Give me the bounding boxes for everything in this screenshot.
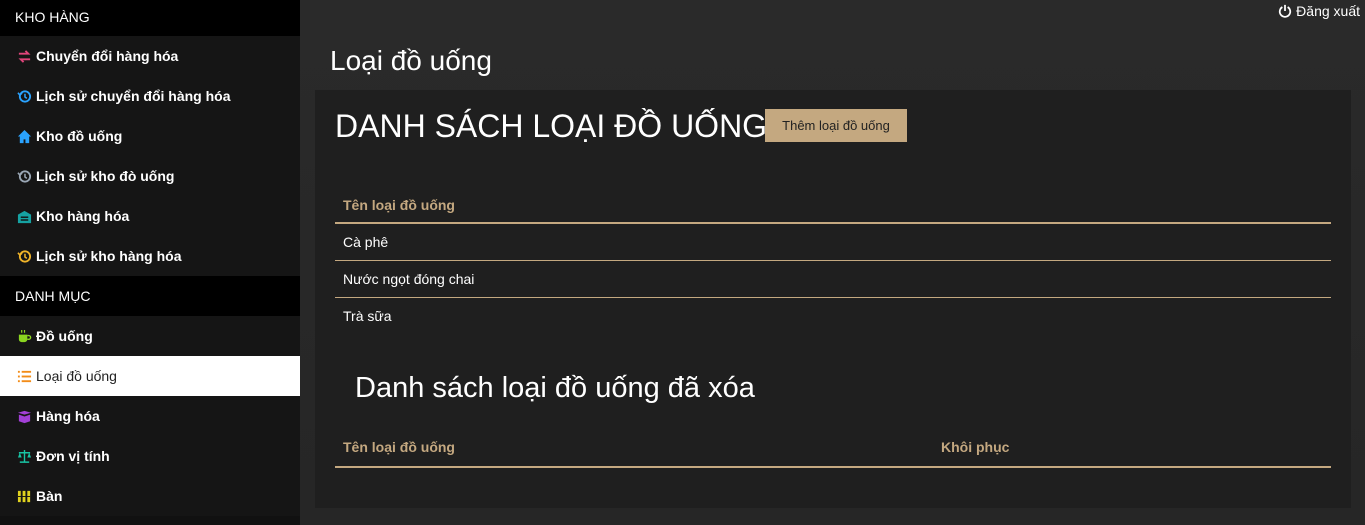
sidebar-item-lich-su-kho-do-uong[interactable]: Lịch sử kho đò uống (0, 156, 300, 196)
table-row[interactable]: Nước ngọt đóng chai (335, 261, 1331, 298)
sidebar-item-label: Kho hàng hóa (36, 208, 130, 224)
history-icon (15, 248, 33, 264)
list-icon (15, 368, 33, 384)
page-title: Loại đồ uống (330, 45, 492, 76)
sidebar-item-kho-hang-hoa[interactable]: Kho hàng hóa (0, 196, 300, 236)
sidebar-item-kho-do-uong[interactable]: Kho đồ uống (0, 116, 300, 156)
list-title: DANH SÁCH LOẠI ĐỒ UỐNG (335, 108, 768, 144)
sidebar-item-chuyen-doi-hang-hoa[interactable]: Chuyển đổi hàng hóa (0, 36, 300, 76)
sidebar-item-label: Kho đồ uống (36, 128, 123, 144)
deleted-category-table: Tên loại đồ uống Khôi phục (335, 428, 1331, 468)
add-category-button[interactable]: Thêm loại đồ uống (765, 109, 907, 142)
sidebar-item-label: Loại đồ uống (36, 368, 117, 384)
grid-icon (15, 488, 33, 504)
sidebar: KHO HÀNG Chuyển đổi hàng hóa Lịch sử chu… (0, 0, 300, 525)
sidebar-item-label: Đơn vị tính (36, 448, 110, 464)
main-content: Đăng xuất Loại đồ uống DANH SÁCH LOẠI ĐỒ… (300, 0, 1365, 525)
section-header-kho-hang: KHO HÀNG (0, 0, 300, 36)
sidebar-item-hang-hoa[interactable]: Hàng hóa (0, 396, 300, 436)
history-icon (15, 168, 33, 184)
sidebar-item-do-uong[interactable]: Đồ uống (0, 316, 300, 356)
sidebar-item-lich-su-kho-hang-hoa[interactable]: Lịch sử kho hàng hóa (0, 236, 300, 276)
sidebar-item-don-vi-tinh[interactable]: Đơn vị tính (0, 436, 300, 476)
sidebar-item-label: Bàn (36, 488, 63, 504)
section-header-danh-muc: DANH MỤC (0, 276, 300, 316)
sidebar-item-label: Đồ uống (36, 328, 93, 344)
coffee-icon (15, 328, 33, 344)
sidebar-item-loai-do-uong[interactable]: Loại đồ uống (0, 356, 300, 396)
sidebar-item-label: Lịch sử chuyển đổi hàng hóa (36, 88, 231, 104)
exchange-icon (15, 48, 33, 64)
box-icon (15, 408, 33, 424)
logout-button[interactable]: Đăng xuất (1278, 3, 1360, 19)
sidebar-item-lich-su-chuyen-doi[interactable]: Lịch sử chuyển đổi hàng hóa (0, 76, 300, 116)
category-table: Tên loại đồ uống Cà phê Nước ngọt đóng c… (335, 186, 1331, 335)
home-icon (15, 128, 33, 144)
table-row[interactable]: Cà phê (335, 224, 1331, 261)
sidebar-item-label: Lịch sử kho hàng hóa (36, 248, 182, 264)
sidebar-item-label: Hàng hóa (36, 408, 100, 424)
power-icon (1279, 4, 1292, 18)
warehouse-icon (15, 208, 33, 224)
deleted-list-title: Danh sách loại đồ uống đã xóa (355, 372, 755, 404)
deleted-table-header-restore: Khôi phục (941, 439, 1010, 455)
history-icon (15, 88, 33, 104)
content-panel: DANH SÁCH LOẠI ĐỒ UỐNG Thêm loại đồ uống… (315, 90, 1351, 508)
scale-icon (15, 448, 33, 464)
deleted-table-header-name: Tên loại đồ uống (343, 439, 455, 455)
sidebar-item-ban[interactable]: Bàn (0, 476, 300, 516)
sidebar-item-label: Chuyển đổi hàng hóa (36, 48, 179, 64)
table-row[interactable]: Trà sữa (335, 298, 1331, 335)
sidebar-item-label: Lịch sử kho đò uống (36, 168, 175, 184)
logout-label: Đăng xuất (1296, 3, 1360, 19)
table-header-name: Tên loại đồ uống (335, 186, 1331, 224)
